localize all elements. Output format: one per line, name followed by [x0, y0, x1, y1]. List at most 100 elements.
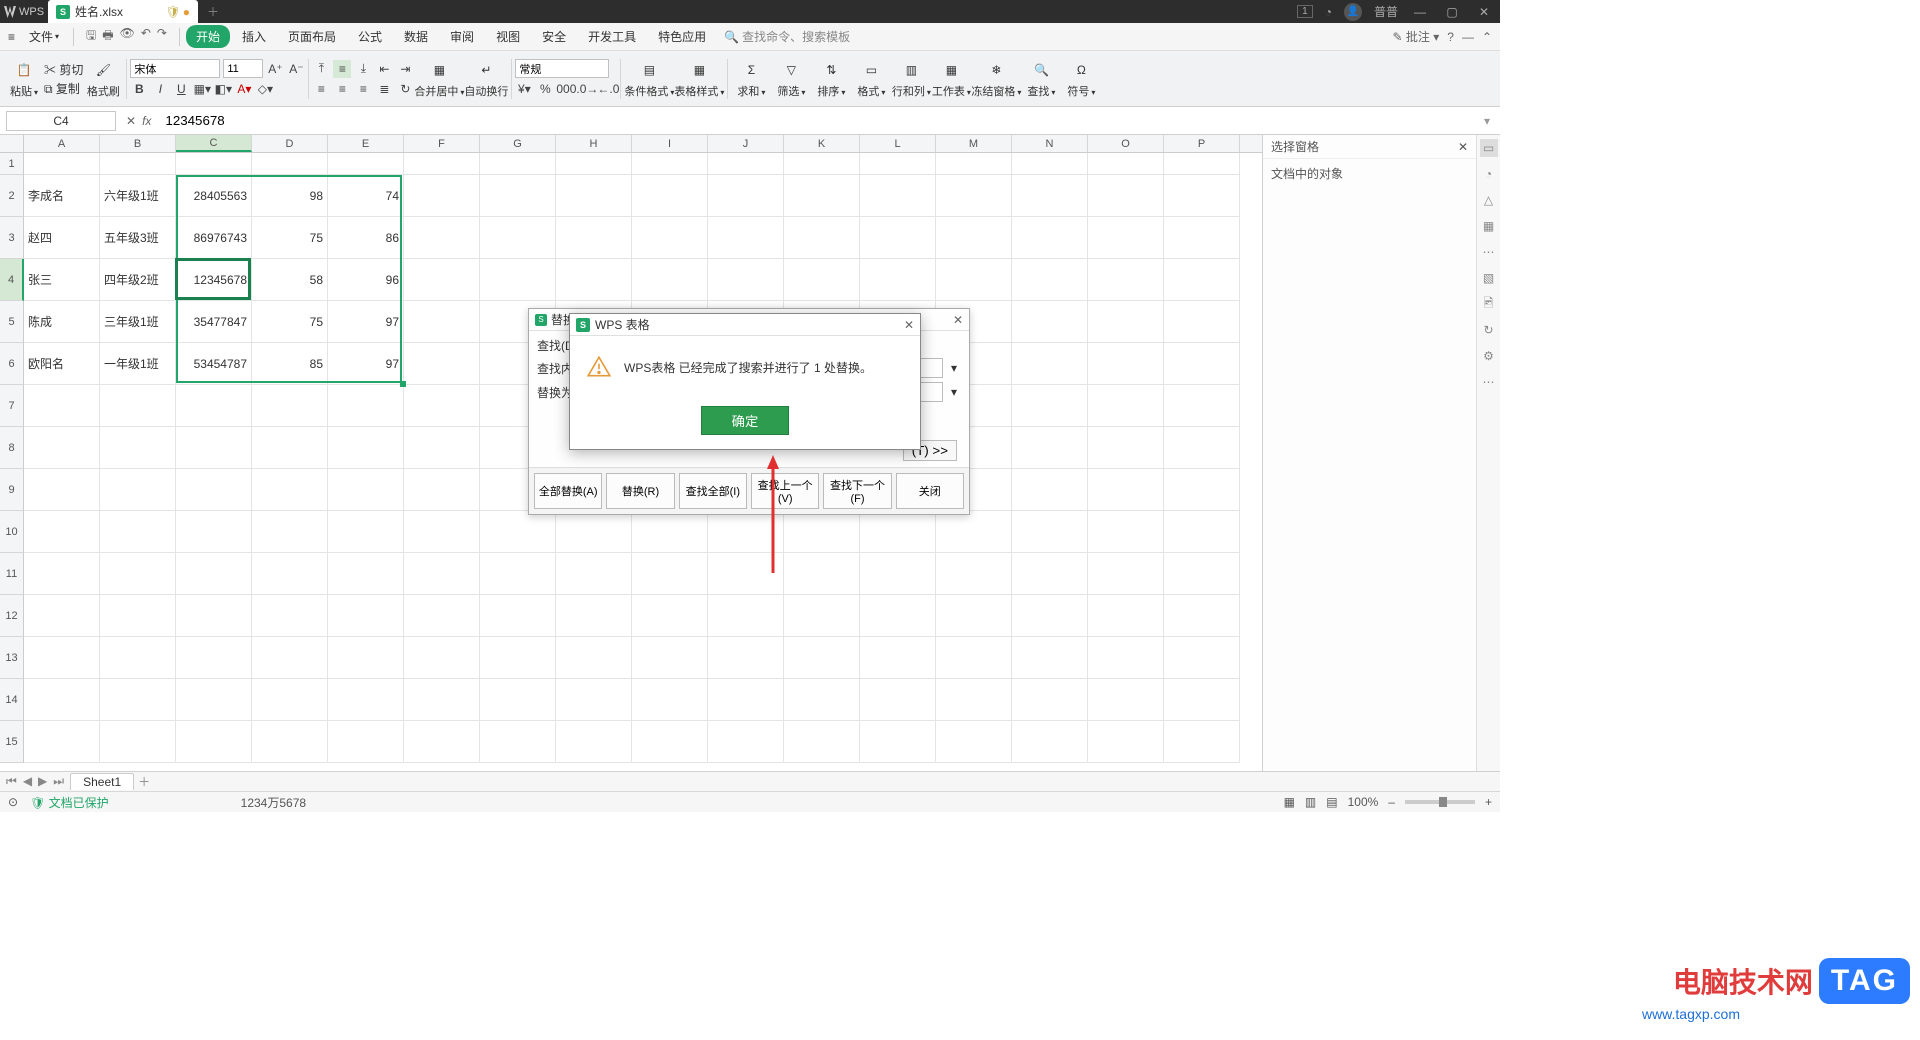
- cell[interactable]: [100, 595, 176, 637]
- decrease-font-icon[interactable]: A⁻: [287, 60, 305, 78]
- comment-button[interactable]: ✎ 批注 ▾: [1392, 28, 1439, 45]
- row-header[interactable]: 8: [0, 427, 24, 469]
- align-bottom-icon[interactable]: ⤓: [354, 60, 372, 78]
- command-search[interactable]: 🔍 查找命令、搜索模板: [724, 28, 850, 45]
- hamburger-icon[interactable]: ≡: [4, 28, 19, 46]
- cell[interactable]: [100, 511, 176, 553]
- cell[interactable]: [24, 637, 100, 679]
- cell[interactable]: [632, 217, 708, 259]
- cell[interactable]: [632, 637, 708, 679]
- name-box[interactable]: C4: [6, 111, 116, 131]
- cell[interactable]: [632, 721, 708, 763]
- cell[interactable]: [936, 637, 1012, 679]
- cell[interactable]: [556, 595, 632, 637]
- cell[interactable]: [936, 511, 1012, 553]
- cell[interactable]: [1164, 385, 1240, 427]
- cell[interactable]: [404, 679, 480, 721]
- cell[interactable]: [480, 259, 556, 301]
- cell[interactable]: [404, 469, 480, 511]
- cell[interactable]: [1164, 153, 1240, 175]
- cell[interactable]: [708, 595, 784, 637]
- cell[interactable]: 86976743: [176, 217, 252, 259]
- percent-icon[interactable]: %: [536, 80, 554, 98]
- side-setting-icon[interactable]: ⚙: [1480, 347, 1498, 365]
- cell[interactable]: [480, 595, 556, 637]
- cell[interactable]: [708, 637, 784, 679]
- col-header[interactable]: F: [404, 135, 480, 152]
- cell[interactable]: [784, 679, 860, 721]
- print-icon[interactable]: 🖶: [102, 26, 113, 47]
- cell[interactable]: 28405563: [176, 175, 252, 217]
- dec-inc-icon[interactable]: .0→: [578, 80, 596, 98]
- cell[interactable]: [632, 553, 708, 595]
- cell[interactable]: 98: [252, 175, 328, 217]
- cell[interactable]: [404, 217, 480, 259]
- cell[interactable]: [404, 553, 480, 595]
- cell[interactable]: 74: [328, 175, 404, 217]
- cell[interactable]: [1012, 721, 1088, 763]
- font-color-button[interactable]: A▾: [235, 80, 253, 98]
- cell[interactable]: [480, 721, 556, 763]
- row-header[interactable]: 6: [0, 343, 24, 385]
- sum-button[interactable]: Σ求和: [731, 59, 771, 99]
- cell[interactable]: [1164, 637, 1240, 679]
- cell[interactable]: [252, 469, 328, 511]
- row-header[interactable]: 1: [0, 153, 24, 175]
- cell[interactable]: [328, 153, 404, 175]
- align-left-icon[interactable]: ≡: [312, 80, 330, 98]
- cell[interactable]: [1012, 153, 1088, 175]
- side-select-icon[interactable]: ▭: [1480, 139, 1498, 157]
- cell[interactable]: [1164, 175, 1240, 217]
- cell[interactable]: [480, 511, 556, 553]
- cell[interactable]: [1088, 343, 1164, 385]
- new-tab-button[interactable]: ＋: [198, 3, 228, 20]
- cell[interactable]: [252, 153, 328, 175]
- cell[interactable]: [936, 679, 1012, 721]
- col-header[interactable]: N: [1012, 135, 1088, 152]
- cell[interactable]: [480, 553, 556, 595]
- cell[interactable]: [176, 595, 252, 637]
- tab-security[interactable]: 安全: [532, 25, 576, 48]
- number-format-select[interactable]: [515, 59, 609, 78]
- col-header[interactable]: K: [784, 135, 860, 152]
- row-header[interactable]: 7: [0, 385, 24, 427]
- formula-input[interactable]: [161, 111, 1474, 131]
- cell[interactable]: 张三: [24, 259, 100, 301]
- row-header[interactable]: 5: [0, 301, 24, 343]
- cell[interactable]: [936, 721, 1012, 763]
- cell[interactable]: [404, 427, 480, 469]
- align-center-icon[interactable]: ≡: [333, 80, 351, 98]
- cell[interactable]: [1012, 679, 1088, 721]
- cell[interactable]: [1012, 385, 1088, 427]
- tab-special[interactable]: 特色应用: [648, 25, 716, 48]
- cell[interactable]: 李成名: [24, 175, 100, 217]
- currency-icon[interactable]: ¥▾: [515, 80, 533, 98]
- cell[interactable]: [404, 595, 480, 637]
- sheet-last-icon[interactable]: ⏭: [51, 774, 66, 789]
- cell[interactable]: [252, 679, 328, 721]
- side-prop-icon[interactable]: △: [1480, 191, 1498, 209]
- cell[interactable]: [1088, 595, 1164, 637]
- cell[interactable]: [632, 153, 708, 175]
- cell[interactable]: [176, 427, 252, 469]
- dec-dec-icon[interactable]: ←.0: [599, 80, 617, 98]
- table-style-button[interactable]: ▦表格样式: [674, 59, 724, 99]
- cell[interactable]: [100, 553, 176, 595]
- cell[interactable]: [1012, 343, 1088, 385]
- cell[interactable]: [100, 469, 176, 511]
- cell[interactable]: 赵四: [24, 217, 100, 259]
- cell[interactable]: [556, 721, 632, 763]
- cell[interactable]: [176, 553, 252, 595]
- zoom-level[interactable]: 100%: [1348, 795, 1379, 809]
- zoom-in-icon[interactable]: +: [1485, 795, 1492, 809]
- cell[interactable]: [556, 511, 632, 553]
- worksheet-button[interactable]: ▦工作表: [931, 59, 971, 99]
- indent-dec-icon[interactable]: ⇤: [375, 60, 393, 78]
- format-button[interactable]: ▭格式: [851, 59, 891, 99]
- cell[interactable]: [1164, 469, 1240, 511]
- col-header[interactable]: B: [100, 135, 176, 152]
- cell[interactable]: [1164, 511, 1240, 553]
- cell[interactable]: [556, 175, 632, 217]
- cell[interactable]: [860, 259, 936, 301]
- row-header[interactable]: 15: [0, 721, 24, 763]
